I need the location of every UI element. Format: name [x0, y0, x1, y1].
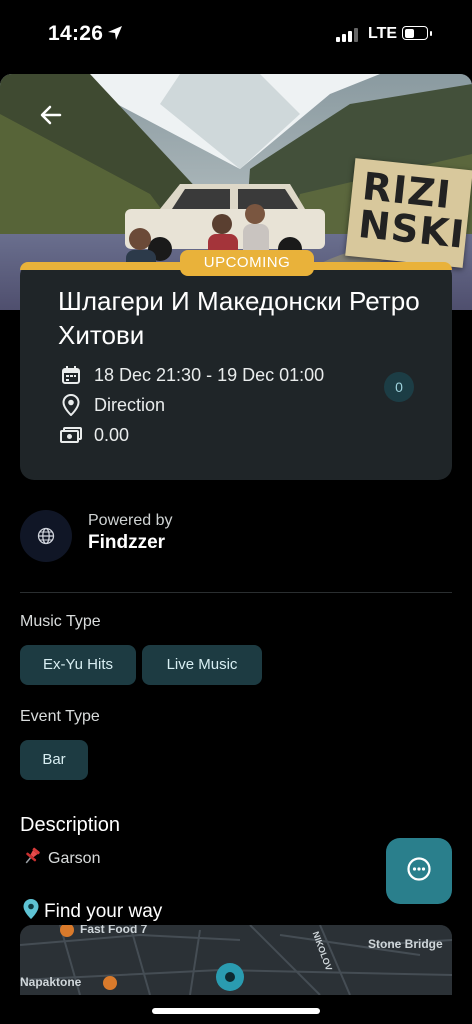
money-icon	[60, 424, 82, 446]
status-badge: UPCOMING	[180, 250, 314, 276]
music-type-chip[interactable]: Ex-Yu Hits	[20, 645, 136, 685]
status-bar: 14:26 LTE	[0, 0, 472, 70]
description-heading: Description	[20, 814, 121, 836]
home-indicator[interactable]	[152, 1008, 320, 1014]
chat-fab-button[interactable]	[386, 838, 452, 904]
battery-icon	[402, 26, 432, 40]
status-time: 14:26	[48, 22, 104, 45]
event-price: 0.00	[94, 424, 130, 445]
network-type: LTE	[368, 25, 398, 42]
map-label: Stone Bridge	[368, 937, 443, 951]
event-detail-screen: 14:26 LTE RIZI NSKI UPCOMING Шлагери И М…	[0, 0, 472, 1024]
location-pin-icon	[60, 394, 82, 416]
location-arrow-icon	[106, 24, 124, 47]
location-map[interactable]: Fast Food 7 Stone Bridge NIKOLOV Napakto…	[20, 925, 452, 995]
map-label: Fast Food 7	[80, 925, 148, 936]
event-type-chip[interactable]: Bar	[20, 740, 88, 780]
pushpin-icon	[22, 846, 42, 871]
section-divider	[20, 592, 452, 593]
calendar-icon	[60, 364, 82, 386]
event-price-row: 0.00	[60, 424, 129, 446]
organizer-name[interactable]: Findzzer	[88, 532, 165, 554]
cellular-signal-icon	[336, 28, 358, 42]
globe-icon	[20, 510, 72, 562]
event-location-row[interactable]: Direction	[60, 394, 165, 416]
music-type-chip[interactable]: Live Music	[142, 645, 262, 685]
organizer-section[interactable]: Powered by Findzzer	[20, 508, 452, 568]
event-title: Шлагери И Македонски Ретро Хитови	[58, 286, 420, 350]
description-text-row: Garson	[22, 846, 100, 871]
event-type-label: Event Type	[20, 708, 100, 725]
map-label: Napaktone	[20, 975, 82, 989]
poster-text-sticker: RIZI NSKI	[345, 158, 472, 268]
event-location[interactable]: Direction	[94, 395, 165, 416]
find-your-way-label: Find your way	[44, 901, 163, 922]
description-text: Garson	[48, 849, 101, 867]
music-type-label: Music Type	[20, 613, 101, 630]
event-info-card: UPCOMING Шлагери И Македонски Ретро Хито…	[20, 250, 452, 480]
poster-text: RIZI NSKI	[356, 164, 468, 257]
find-your-way-heading: Find your way	[22, 898, 162, 926]
event-datetime: 18 Dec 21:30 - 19 Dec 01:00	[94, 364, 325, 385]
powered-by-label: Powered by	[88, 512, 173, 529]
chat-bubble-icon	[406, 856, 432, 887]
attendee-count-badge[interactable]: 0	[384, 372, 414, 402]
back-arrow-icon[interactable]	[36, 100, 66, 130]
event-datetime-row: 18 Dec 21:30 - 19 Dec 01:00	[60, 364, 324, 386]
map-pin-icon	[22, 898, 40, 926]
